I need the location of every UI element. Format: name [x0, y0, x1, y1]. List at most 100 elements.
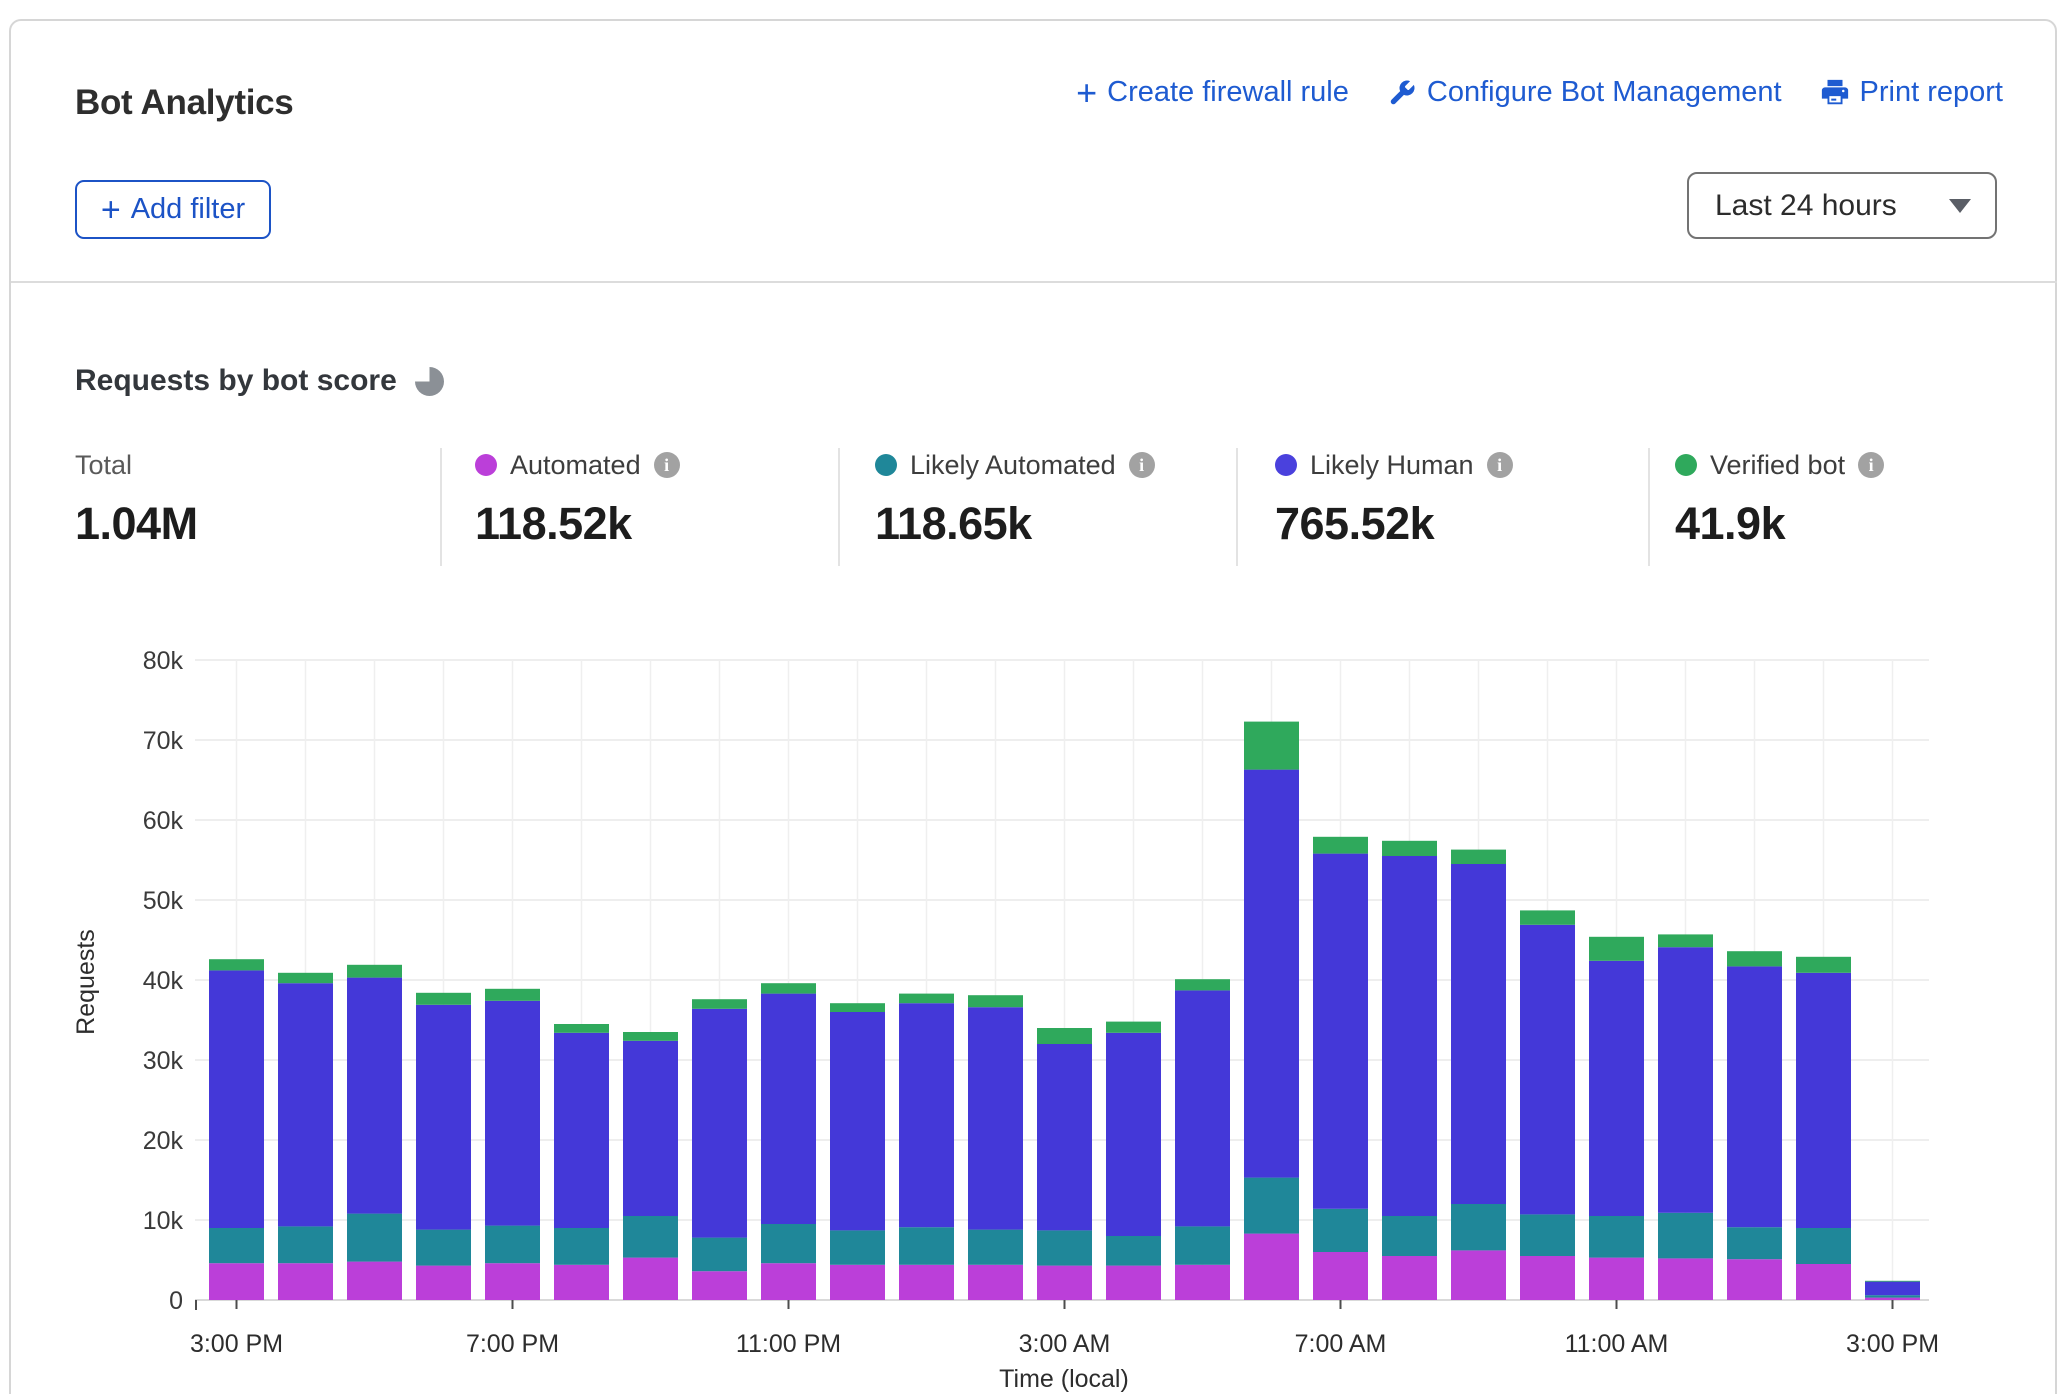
bar-segment[interactable]	[1727, 966, 1782, 1227]
bar-segment[interactable]	[1106, 1266, 1161, 1300]
bar-segment[interactable]	[830, 1012, 885, 1230]
bar-segment[interactable]	[1244, 722, 1299, 770]
bar-segment[interactable]	[416, 1266, 471, 1300]
bar-segment[interactable]	[1796, 1228, 1851, 1264]
bar-segment[interactable]	[830, 1230, 885, 1264]
bar-segment[interactable]	[1037, 1230, 1092, 1265]
bar-segment[interactable]	[278, 973, 333, 983]
bar-segment[interactable]	[1175, 1265, 1230, 1300]
print-report-link[interactable]: Print report	[1820, 76, 2003, 109]
bar-segment[interactable]	[899, 1003, 954, 1227]
bar-segment[interactable]	[347, 965, 402, 978]
bot-score-chart[interactable]: 010k20k30k40k50k60k70k80k3:00 PM7:00 PM1…	[0, 630, 2070, 1394]
bar-segment[interactable]	[1313, 1209, 1368, 1252]
bar-segment[interactable]	[1382, 841, 1437, 856]
bar-segment[interactable]	[1865, 1298, 1920, 1300]
bar-segment[interactable]	[1451, 850, 1506, 864]
bar-500pm-2[interactable]	[347, 965, 402, 1300]
bar-500am-14[interactable]	[1175, 979, 1230, 1300]
bar-segment[interactable]	[1313, 854, 1368, 1209]
bar-segment[interactable]	[623, 1032, 678, 1041]
bar-600am-15[interactable]	[1244, 722, 1299, 1300]
bar-segment[interactable]	[1106, 1022, 1161, 1033]
bar-segment[interactable]	[1589, 937, 1644, 961]
bar-600pm-3[interactable]	[416, 993, 471, 1300]
bar-segment[interactable]	[899, 994, 954, 1004]
time-range-select[interactable]: Last 24 hours	[1687, 172, 1997, 239]
bar-segment[interactable]	[968, 1230, 1023, 1265]
bar-segment[interactable]	[485, 1263, 540, 1300]
bar-segment[interactable]	[761, 1224, 816, 1263]
bar-segment[interactable]	[1520, 1214, 1575, 1256]
bar-segment[interactable]	[1106, 1236, 1161, 1266]
bar-segment[interactable]	[1451, 864, 1506, 1204]
bar-segment[interactable]	[968, 1265, 1023, 1300]
bar-900am-18[interactable]	[1451, 850, 1506, 1300]
bar-segment[interactable]	[1796, 973, 1851, 1228]
bar-segment[interactable]	[1796, 957, 1851, 973]
bar-700pm-4[interactable]	[485, 989, 540, 1300]
bar-segment[interactable]	[1382, 1216, 1437, 1256]
bar-segment[interactable]	[968, 995, 1023, 1007]
info-icon[interactable]: i	[1129, 452, 1155, 478]
bar-segment[interactable]	[1658, 1258, 1713, 1300]
bar-segment[interactable]	[1175, 1226, 1230, 1264]
bar-segment[interactable]	[1520, 910, 1575, 924]
bar-segment[interactable]	[623, 1216, 678, 1258]
bar-segment[interactable]	[485, 1226, 540, 1264]
bar-segment[interactable]	[1175, 979, 1230, 990]
bar-segment[interactable]	[761, 994, 816, 1224]
bar-200pm-23[interactable]	[1796, 957, 1851, 1300]
bar-400am-13[interactable]	[1106, 1022, 1161, 1300]
bar-segment[interactable]	[761, 1263, 816, 1300]
bar-segment[interactable]	[1865, 1282, 1920, 1296]
bar-segment[interactable]	[1589, 1258, 1644, 1300]
bar-segment[interactable]	[1037, 1028, 1092, 1044]
bar-300pm-24[interactable]	[1865, 1281, 1920, 1300]
info-icon[interactable]: i	[1487, 452, 1513, 478]
bar-segment[interactable]	[1451, 1204, 1506, 1250]
bar-segment[interactable]	[1106, 1033, 1161, 1236]
bar-segment[interactable]	[209, 959, 264, 970]
bar-segment[interactable]	[830, 1265, 885, 1300]
bar-segment[interactable]	[692, 1238, 747, 1272]
bar-segment[interactable]	[416, 1230, 471, 1266]
bar-1000am-19[interactable]	[1520, 910, 1575, 1300]
info-icon[interactable]: i	[1858, 452, 1884, 478]
bar-segment[interactable]	[1727, 951, 1782, 966]
bar-segment[interactable]	[209, 1263, 264, 1300]
bar-segment[interactable]	[692, 1271, 747, 1300]
bar-segment[interactable]	[692, 1009, 747, 1238]
bar-segment[interactable]	[1244, 770, 1299, 1178]
bar-segment[interactable]	[554, 1024, 609, 1033]
bar-segment[interactable]	[1658, 947, 1713, 1213]
bar-segment[interactable]	[1244, 1178, 1299, 1234]
bar-segment[interactable]	[278, 983, 333, 1226]
bar-100am-10[interactable]	[899, 994, 954, 1300]
bar-segment[interactable]	[485, 989, 540, 1001]
bar-segment[interactable]	[278, 1226, 333, 1263]
create-firewall-rule-link[interactable]: + Create firewall rule	[1076, 76, 1349, 109]
bar-segment[interactable]	[1658, 1213, 1713, 1259]
bar-segment[interactable]	[1313, 837, 1368, 854]
bar-300am-12[interactable]	[1037, 1028, 1092, 1300]
bar-900pm-6[interactable]	[623, 1032, 678, 1300]
bar-segment[interactable]	[761, 983, 816, 993]
bar-segment[interactable]	[1589, 961, 1644, 1216]
bar-segment[interactable]	[485, 1001, 540, 1226]
bar-segment[interactable]	[278, 1263, 333, 1300]
bar-700am-16[interactable]	[1313, 837, 1368, 1300]
bar-segment[interactable]	[209, 970, 264, 1228]
bar-segment[interactable]	[554, 1033, 609, 1228]
add-filter-button[interactable]: + Add filter	[75, 180, 271, 239]
bar-segment[interactable]	[1451, 1250, 1506, 1300]
bar-segment[interactable]	[416, 993, 471, 1005]
bar-segment[interactable]	[347, 978, 402, 1214]
bar-segment[interactable]	[1727, 1227, 1782, 1259]
bar-segment[interactable]	[1244, 1234, 1299, 1300]
bar-segment[interactable]	[1865, 1281, 1920, 1282]
bar-segment[interactable]	[1796, 1264, 1851, 1300]
bar-segment[interactable]	[347, 1214, 402, 1262]
bar-segment[interactable]	[1520, 925, 1575, 1215]
bar-segment[interactable]	[416, 1005, 471, 1230]
